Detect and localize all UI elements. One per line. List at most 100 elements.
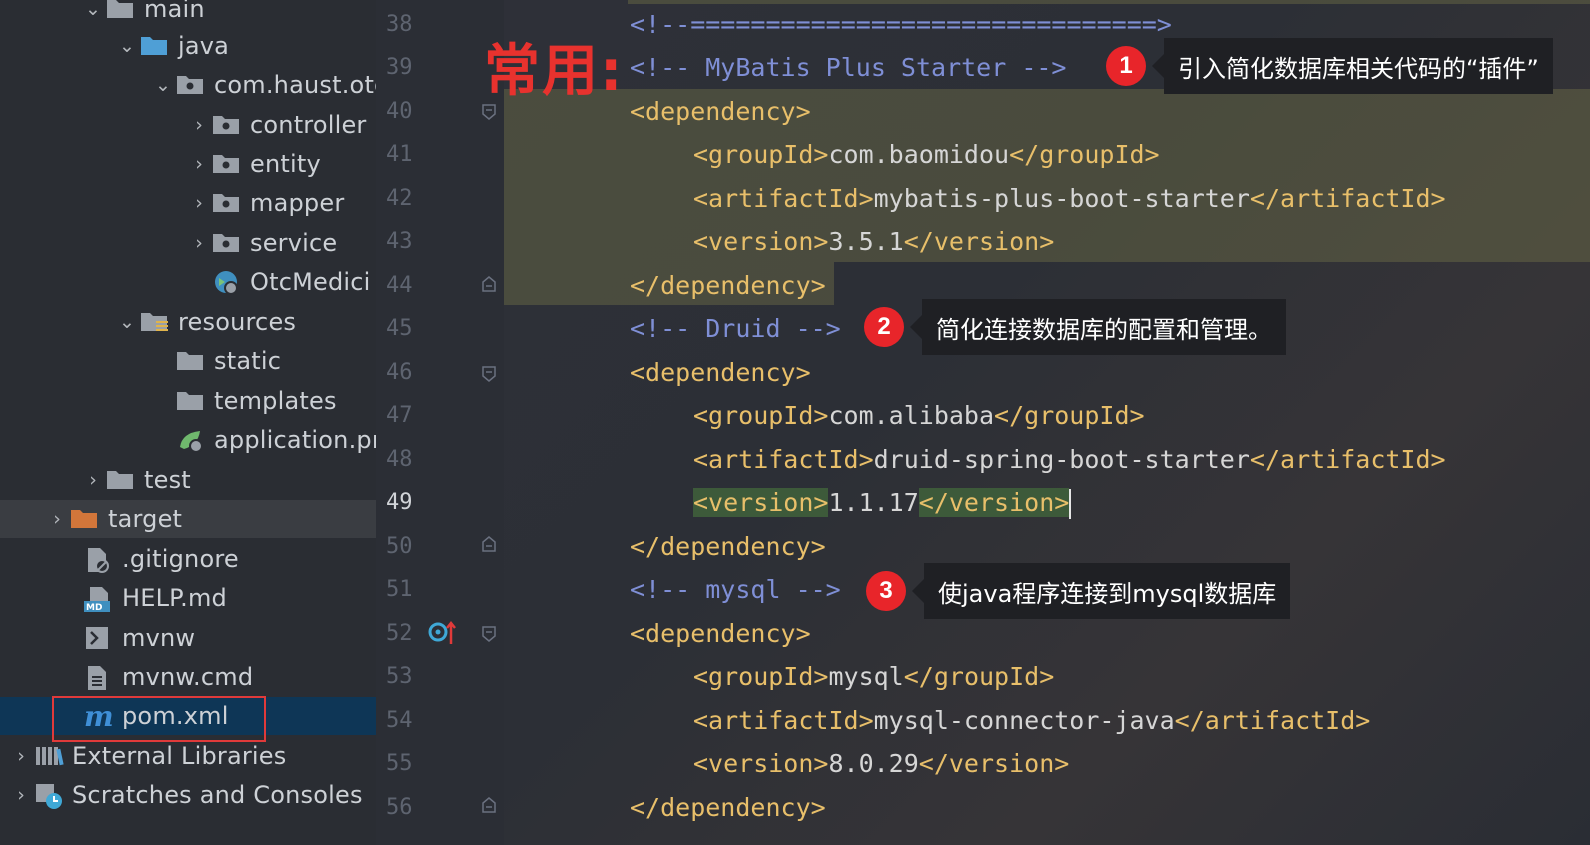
tree-item-application-properties[interactable]: application.pr	[0, 421, 376, 459]
xml-value: 1.1.17	[828, 488, 919, 517]
xml-tag: <version>	[693, 749, 829, 778]
chevron-down-icon[interactable]: ⌄	[150, 74, 176, 96]
tree-item-external-libraries[interactable]: › External Libraries	[0, 737, 376, 775]
chevron-right-icon[interactable]: ›	[186, 232, 212, 254]
fold-close-icon[interactable]	[482, 536, 496, 552]
folder-icon	[106, 0, 136, 22]
tree-item-scratches[interactable]: › Scratches and Consoles	[0, 776, 376, 814]
line-number: 54	[386, 708, 413, 733]
tree-item-entity[interactable]: › entity	[0, 145, 376, 183]
tree-item-resources[interactable]: ⌄ resources	[0, 303, 376, 341]
xml-tag-matched: <version>	[693, 488, 829, 517]
line-number: 53	[386, 664, 413, 689]
tree-item-static[interactable]: static	[0, 342, 376, 380]
tree-item-mvnw-cmd[interactable]: mvnw.cmd	[0, 658, 376, 696]
tree-item-mapper[interactable]: › mapper	[0, 184, 376, 222]
xml-tag: </dependency>	[630, 271, 826, 300]
code-line-53: <groupId>mysql</groupId>	[693, 655, 1054, 699]
tree-item-label: templates	[214, 387, 337, 415]
annotation-tooltip-1: 引入简化数据库相关代码的“插件”	[1152, 38, 1553, 94]
line-number: 44	[386, 273, 413, 298]
code-line-44: </dependency>	[630, 264, 826, 308]
tree-item-service[interactable]: › service	[0, 224, 376, 262]
chevron-right-icon[interactable]: ›	[8, 745, 34, 767]
package-icon	[212, 190, 242, 216]
tree-item-label: Scratches and Consoles	[72, 781, 363, 809]
code-line-52: <dependency>	[630, 612, 811, 656]
chevron-right-icon[interactable]: ›	[186, 192, 212, 214]
line-number: 40	[386, 99, 413, 124]
code-line-42: <artifactId>mybatis-plus-boot-starter</a…	[693, 177, 1446, 221]
code-line-48: <artifactId>druid-spring-boot-starter</a…	[693, 438, 1446, 482]
xml-comment: <!-- mysql -->	[630, 575, 841, 604]
line-number: 50	[386, 534, 413, 559]
chevron-right-icon[interactable]: ›	[8, 784, 34, 806]
spring-boot-class-icon	[212, 269, 242, 295]
tree-item-label: controller	[250, 111, 367, 139]
svg-text:MD: MD	[86, 603, 102, 613]
tree-item-mvnw[interactable]: mvnw	[0, 619, 376, 657]
chevron-right-icon[interactable]: ›	[186, 153, 212, 175]
code-line-41: <groupId>com.baomidou</groupId>	[693, 133, 1160, 177]
tree-item-templates[interactable]: templates	[0, 382, 376, 420]
tree-item-target[interactable]: › target	[0, 500, 376, 538]
annotation-badge-2: 2	[864, 307, 904, 347]
tree-item-package[interactable]: ⌄ com.haust.otc	[0, 66, 376, 104]
xml-tag: <dependency>	[630, 358, 811, 387]
chevron-down-icon[interactable]: ⌄	[114, 311, 140, 333]
xml-value: 8.0.29	[828, 749, 919, 778]
maven-gutter-icon[interactable]	[428, 618, 458, 646]
tree-item-label: service	[250, 229, 338, 257]
tree-item-label: static	[214, 347, 282, 375]
tree-item-gitignore[interactable]: .gitignore	[0, 540, 376, 578]
tree-item-help-md[interactable]: MD HELP.md	[0, 579, 376, 617]
annotation-text: 引入简化数据库相关代码的“插件”	[1178, 54, 1539, 83]
tree-item-test[interactable]: › test	[0, 461, 376, 499]
fold-close-icon[interactable]	[482, 276, 496, 292]
fold-open-icon[interactable]	[482, 626, 496, 642]
code-line-51: <!-- mysql -->	[630, 568, 841, 612]
xml-tag: </artifactId>	[1249, 184, 1446, 213]
pom-xml-highlight-box	[52, 696, 266, 742]
xml-tag: <dependency>	[630, 97, 811, 126]
line-number: 47	[386, 403, 413, 428]
library-icon	[34, 743, 64, 769]
xml-tag: </artifactId>	[1249, 445, 1446, 474]
code-line-54: <artifactId>mysql-connector-java</artifa…	[693, 699, 1370, 743]
tree-item-application-class[interactable]: OtcMedici	[0, 263, 376, 301]
code-line-46: <dependency>	[630, 351, 811, 395]
line-number: 41	[386, 142, 413, 167]
annotation-text: 简化连接数据库的配置和管理。	[936, 315, 1272, 344]
xml-value: mysql-connector-java	[873, 706, 1175, 735]
line-number: 48	[386, 447, 413, 472]
chevron-right-icon[interactable]: ›	[80, 469, 106, 491]
tree-item-label: test	[144, 466, 191, 494]
xml-value: com.alibaba	[828, 401, 995, 430]
annotation-badge-1: 1	[1106, 46, 1146, 86]
fold-open-icon[interactable]	[482, 366, 496, 382]
line-number-current: 49	[386, 490, 413, 515]
line-number: 43	[386, 229, 413, 254]
xml-value: 3.5.1	[828, 227, 904, 256]
xml-tag: </artifactId>	[1174, 706, 1371, 735]
xml-value: mybatis-plus-boot-starter	[873, 184, 1250, 213]
xml-value: com.baomidou	[828, 140, 1010, 169]
scratches-icon	[34, 782, 64, 809]
line-number: 52	[386, 621, 413, 646]
chevron-down-icon[interactable]: ⌄	[114, 35, 140, 57]
code-line-40: <dependency>	[630, 90, 811, 134]
editor-gutter: 38 39 40 41 42 43 44 45 46 47 48 49 50 5…	[376, 0, 538, 845]
chevron-right-icon[interactable]: ›	[186, 114, 212, 136]
tree-item-main[interactable]: ⌄ main	[0, 0, 376, 28]
markdown-file-icon: MD	[84, 585, 114, 613]
xml-tag: </version>	[903, 227, 1055, 256]
fold-close-icon[interactable]	[482, 797, 496, 813]
tree-item-java[interactable]: ⌄ java	[0, 27, 376, 65]
xml-tag: </dependency>	[630, 532, 826, 561]
annotation-text: 使java程序连接到mysql数据库	[938, 579, 1277, 608]
code-editor[interactable]: <!--===============================> <!-…	[504, 0, 1590, 845]
tree-item-controller[interactable]: › controller	[0, 106, 376, 144]
tree-item-label: mvnw	[122, 624, 196, 652]
chevron-down-icon[interactable]: ⌄	[80, 0, 106, 20]
chevron-right-icon[interactable]: ›	[44, 508, 70, 530]
